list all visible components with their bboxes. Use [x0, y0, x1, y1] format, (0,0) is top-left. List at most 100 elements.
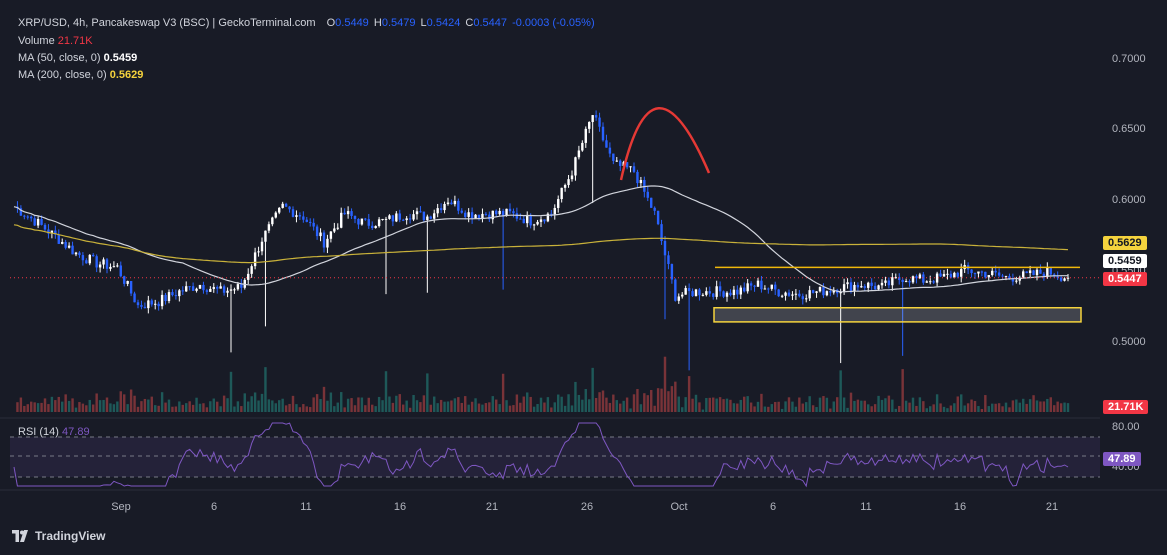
volume-bar: [198, 403, 202, 412]
volume-bar: [26, 404, 29, 412]
volume-bar: [50, 396, 54, 412]
candle-body: [381, 218, 384, 220]
candle-body: [1004, 276, 1008, 278]
candle-body: [739, 287, 742, 295]
volume-bar: [477, 403, 481, 412]
candle-body: [377, 219, 381, 227]
volume-bar: [987, 406, 990, 412]
candle-body: [195, 288, 198, 291]
tradingview-logo[interactable]: TradingView: [12, 529, 105, 543]
chart-canvas[interactable]: 80.0040.00 0.70000.65000.60000.55000.500…: [0, 0, 1167, 555]
volume-bar: [670, 386, 674, 412]
ma50-label: MA (50, close, 0): [18, 52, 101, 64]
volume-bar: [880, 399, 884, 412]
candle-body: [364, 218, 367, 220]
volume-bar: [205, 407, 209, 412]
ma200-legend[interactable]: MA (200, close, 0) 0.5629: [18, 68, 143, 82]
candle-body: [656, 210, 660, 225]
candle-body: [498, 210, 501, 215]
candle-body: [698, 289, 701, 296]
candle-body: [588, 122, 591, 129]
candle-body: [880, 282, 884, 286]
candle-body: [346, 211, 350, 215]
candle-body: [918, 274, 922, 279]
candle-body: [932, 281, 935, 283]
volume-bar: [505, 400, 508, 412]
volume-bar: [195, 397, 198, 412]
candle-body: [994, 270, 997, 273]
volume-bar: [412, 395, 415, 412]
volume-bar: [887, 395, 891, 412]
volume-bar: [622, 400, 625, 412]
candle-body: [629, 166, 632, 168]
candle-body: [312, 222, 315, 227]
time-tick-label: Sep: [111, 501, 131, 513]
candle-body: [829, 291, 832, 293]
volume-bar: [1025, 403, 1028, 412]
volume-bar: [367, 397, 370, 412]
volume-bar: [791, 401, 794, 412]
candle-body: [574, 157, 577, 176]
candle-body: [43, 224, 47, 230]
candle-body: [154, 303, 157, 305]
low-label: L: [420, 17, 427, 29]
candle-body: [736, 289, 739, 295]
volume-bar: [949, 405, 953, 412]
volume-bar: [932, 404, 935, 412]
candle-body: [474, 214, 477, 219]
candle-body: [929, 281, 932, 283]
candle-body: [240, 284, 243, 288]
candle-body: [229, 289, 233, 291]
volume-bar: [1035, 400, 1039, 412]
candle-body: [302, 216, 305, 220]
candle-body: [129, 281, 133, 294]
volume-bar: [30, 401, 33, 412]
volume-legend[interactable]: Volume 21.71K: [18, 34, 93, 48]
volume-bar: [594, 398, 598, 412]
rsi-legend[interactable]: RSI (14) 47.89: [18, 425, 90, 439]
candle-body: [467, 212, 470, 217]
candle-body: [419, 211, 422, 213]
volume-bar: [767, 406, 770, 412]
volume-bar: [963, 405, 966, 412]
candle-body: [236, 284, 240, 290]
volume-bar: [243, 393, 246, 412]
candle-body: [257, 251, 260, 253]
high-label: H: [373, 17, 382, 29]
candle-body: [601, 126, 605, 141]
ma50-legend[interactable]: MA (50, close, 0) 0.5459: [18, 51, 137, 65]
time-tick-label: 21: [1046, 501, 1058, 513]
candle-body: [960, 269, 963, 277]
volume-bar: [749, 402, 753, 412]
high-value: 0.5479: [381, 17, 416, 29]
volume-bar: [536, 404, 539, 412]
volume-bar: [429, 404, 432, 412]
candle-body: [677, 296, 680, 301]
candle-body: [95, 256, 98, 268]
volume-bar: [1063, 402, 1066, 412]
volume-bar: [467, 404, 470, 412]
volume-bar: [756, 401, 760, 412]
volume-bar: [818, 397, 822, 412]
candle-body: [398, 213, 401, 220]
candle-body: [216, 287, 219, 289]
candle-body: [61, 241, 64, 244]
candle-body: [353, 215, 357, 219]
volume-bar: [133, 395, 136, 412]
time-tick-label: 11: [860, 501, 871, 513]
volume-bar: [271, 400, 274, 412]
volume-bar: [698, 402, 701, 412]
candle-body: [512, 211, 515, 214]
volume-bar: [81, 403, 85, 412]
volume-bar: [701, 409, 705, 412]
volume-bar: [708, 397, 711, 412]
volume-bar: [136, 406, 140, 412]
candle-body: [505, 208, 508, 216]
candle-body: [667, 255, 670, 265]
candle-body: [495, 210, 498, 215]
volume-bar: [784, 401, 787, 412]
candle-body: [408, 218, 412, 220]
volume-bar: [681, 407, 684, 412]
candle-body: [567, 179, 570, 186]
volume-bar: [994, 403, 997, 412]
